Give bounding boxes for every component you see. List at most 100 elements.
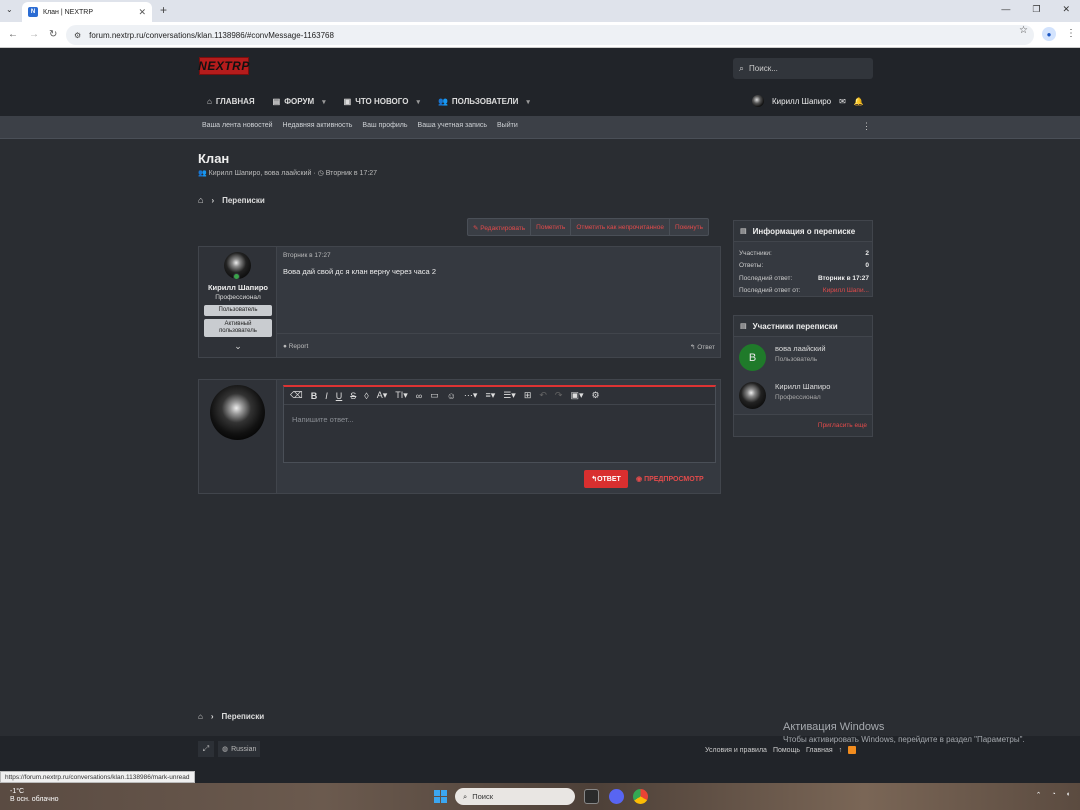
discord-icon[interactable]	[609, 789, 624, 804]
undo-icon[interactable]: ↶	[539, 390, 547, 401]
breadcrumb-conversations[interactable]: Переписки	[222, 712, 265, 721]
search-icon: ⌕	[739, 63, 745, 73]
eraser-icon[interactable]: ⌫	[290, 390, 303, 401]
color-drop-icon[interactable]: ◊	[364, 391, 368, 401]
submit-reply-button[interactable]: ↰ ОТВЕТ	[584, 470, 628, 488]
subnav-activity[interactable]: Недавняя активность	[283, 122, 353, 129]
user-banner: Пользователь	[204, 305, 272, 317]
message-date[interactable]: Вторник в 17:27	[283, 252, 331, 259]
link-icon[interactable]: ∞	[416, 391, 422, 401]
network-icon[interactable]: ◔	[1052, 791, 1056, 799]
breadcrumb: ⌂ › Переписки	[198, 195, 265, 205]
message-author[interactable]: Кирилл Шапиро	[199, 283, 277, 292]
browser-menu-icon[interactable]: ⋮	[1066, 28, 1076, 39]
strikethrough-icon[interactable]: S	[350, 391, 356, 401]
nav-home[interactable]: ⌂ ГЛАВНАЯ	[207, 97, 255, 106]
preview-button[interactable]: ◉ ПРЕДПРОСМОТР	[636, 475, 704, 483]
subnav-account[interactable]: Ваша учетная запись	[418, 122, 487, 129]
more-menu-icon[interactable]: ⋮	[862, 121, 871, 132]
participant-name[interactable]: вова лаайский	[775, 344, 826, 353]
user-account-menu[interactable]: Кирилл Шапиро ✉ 🔔	[752, 95, 864, 107]
subnav-logout[interactable]: Выйти	[497, 122, 518, 129]
tray-chevron-icon[interactable]: ⌃	[1036, 791, 1042, 799]
home-icon[interactable]: ⌂	[198, 195, 203, 205]
back-icon[interactable]: ←	[8, 29, 18, 40]
font-color-icon[interactable]: A▾	[377, 390, 388, 401]
report-button[interactable]: ● Report	[283, 343, 308, 350]
invite-more-link[interactable]: Пригласить еще	[734, 414, 872, 436]
drafts-icon[interactable]: ▣▾	[570, 390, 583, 401]
nav-whats-new[interactable]: ▣ ЧТО НОВОГО ▾	[344, 97, 420, 106]
chevron-down-icon[interactable]: ▾	[322, 98, 326, 106]
subnav-feed[interactable]: Ваша лента новостей	[202, 122, 273, 129]
footer-home[interactable]: Главная	[806, 747, 833, 754]
home-icon[interactable]: ⌂	[198, 712, 203, 721]
avatar[interactable]	[739, 382, 766, 409]
close-window-icon[interactable]: ✕	[1062, 4, 1070, 15]
bookmark-star-icon[interactable]: ☆	[1019, 25, 1028, 36]
chrome-icon[interactable]	[633, 789, 648, 804]
nav-forum[interactable]: ▤ ФОРУМ ▾	[273, 97, 326, 106]
font-size-icon[interactable]: TI▾	[395, 390, 408, 401]
restore-icon[interactable]: ❐	[1032, 4, 1040, 15]
footer-help[interactable]: Помощь	[773, 747, 800, 754]
forum-icon: ▤	[272, 97, 281, 106]
expand-width-icon[interactable]: ⤢	[198, 741, 214, 757]
image-icon[interactable]: ▭	[430, 390, 439, 401]
rss-icon[interactable]	[848, 746, 857, 754]
close-tab-icon[interactable]: ✕	[138, 7, 146, 18]
bold-icon[interactable]: B	[311, 391, 318, 401]
language-chooser[interactable]: ◍ Russian	[218, 741, 261, 757]
alerts-bell-icon[interactable]: 🔔	[854, 97, 864, 106]
meta-date[interactable]: Вторник в 17:27	[326, 170, 377, 177]
settings-gear-icon[interactable]: ⚙	[591, 390, 599, 401]
chevron-down-icon[interactable]: ▾	[526, 98, 530, 106]
nav-users[interactable]: 👥 ПОЛЬЗОВАТЕЛИ ▾	[438, 97, 530, 106]
chevron-down-icon[interactable]: ⌄	[199, 341, 277, 352]
forum-page: NEXTRP ⌕ Поиск... ⌂ ГЛАВНАЯ ▤ ФОРУМ ▾ ▣ ЧТО …	[0, 48, 1080, 783]
windows-activation-watermark: Активация Windows Чтобы активировать Win…	[783, 721, 1025, 744]
site-info-icon[interactable]: ⚙	[74, 31, 81, 40]
redo-icon[interactable]: ↷	[555, 390, 563, 401]
mark-unread-button[interactable]: Отметить как непрочитанное	[571, 219, 670, 235]
start-button-icon[interactable]	[434, 790, 447, 803]
tab-search-icon[interactable]: ⌄	[6, 5, 13, 14]
inbox-icon[interactable]: ✉	[839, 97, 846, 106]
browser-tab[interactable]: N Клан | NEXTRP ✕	[22, 2, 152, 22]
align-icon[interactable]: ≡▾	[485, 390, 495, 401]
smiley-icon[interactable]: ☺	[447, 391, 456, 401]
avatar[interactable]: В	[739, 344, 766, 371]
url-field[interactable]: ⚙ forum.nextrp.ru/conversations/klan.113…	[66, 25, 1034, 45]
site-logo[interactable]: NEXTRP	[198, 57, 249, 75]
search-input[interactable]: ⌕ Поиск...	[733, 58, 873, 79]
more-options-icon[interactable]: ⋯▾	[464, 390, 478, 401]
conversation-info-block: ▤ Информация о переписке Участники: 2 Отве…	[733, 220, 873, 297]
meta-participants[interactable]: Кирилл Шапиро, вова лаайский	[209, 170, 312, 177]
footer-terms[interactable]: Условия и правила	[705, 747, 767, 754]
list-icon[interactable]: ☰▾	[503, 390, 516, 401]
taskbar-search[interactable]: ⌕ Поиск	[455, 788, 575, 805]
mark-button[interactable]: Пометить	[531, 219, 572, 235]
search-placeholder: Поиск...	[749, 64, 778, 73]
italic-icon[interactable]: I	[325, 391, 328, 401]
table-icon[interactable]: ⊞	[524, 390, 532, 401]
reload-icon[interactable]: ↻	[49, 29, 57, 40]
rich-text-editor[interactable]: ⌫ B I U S ◊ A▾ TI▾ ∞ ▭ ☺ ⋯▾ ≡▾ ☰▾ ⊞ ↶ ↷ …	[283, 385, 716, 463]
task-view-icon[interactable]	[584, 789, 599, 804]
volume-icon[interactable]: ◖	[1066, 791, 1070, 799]
chevron-down-icon[interactable]: ▾	[416, 98, 420, 106]
participant-name[interactable]: Кирилл Шапиро	[775, 382, 830, 391]
forward-icon[interactable]: →	[29, 29, 39, 40]
profile-icon[interactable]: ●	[1042, 27, 1056, 41]
arrow-up-icon[interactable]: ↑	[839, 747, 843, 754]
weather-widget[interactable]: -1°C В осн. облачно	[10, 788, 59, 803]
subnav-profile[interactable]: Ваш профиль	[362, 122, 407, 129]
new-tab-icon[interactable]: +	[160, 3, 167, 17]
breadcrumb-conversations[interactable]: Переписки	[222, 196, 265, 205]
edit-button[interactable]: ✎ Редактировать	[468, 219, 532, 235]
leave-button[interactable]: Покинуть	[670, 219, 708, 235]
last-reply-user-link[interactable]: Кирилл Шапи...	[823, 287, 869, 294]
reply-button[interactable]: ↰ Ответ	[690, 343, 715, 351]
underline-icon[interactable]: U	[336, 391, 343, 401]
minimize-icon[interactable]: —	[1001, 4, 1010, 15]
